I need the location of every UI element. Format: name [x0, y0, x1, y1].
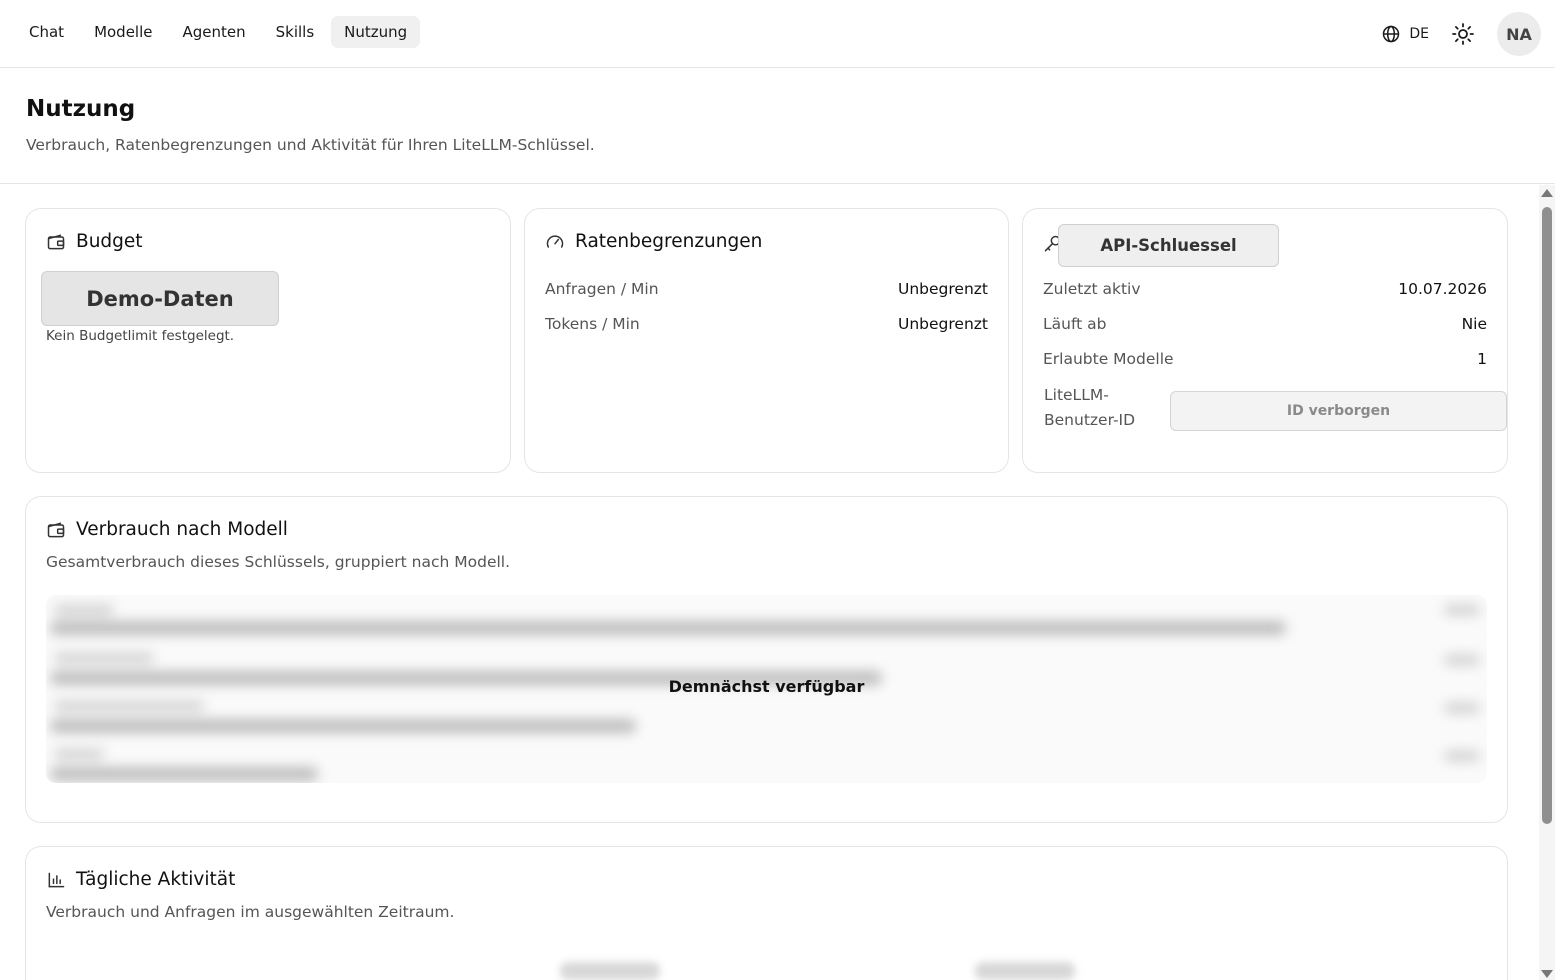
placeholder-label	[54, 701, 204, 711]
main-nav: Chat Modelle Agenten Skills Nutzung	[16, 16, 421, 48]
daily-activity-description: Verbrauch und Anfragen im ausgewählten Z…	[46, 903, 455, 921]
api-key-row-key: Läuft ab	[1043, 315, 1107, 333]
budget-card: Budget Demo-Daten Kein Budgetlimit festg…	[25, 208, 511, 473]
language-label: DE	[1409, 26, 1429, 42]
placeholder-label	[54, 653, 154, 663]
placeholder-bar	[50, 767, 318, 781]
api-key-row-value: 1	[1477, 350, 1487, 368]
placeholder-value	[1444, 605, 1480, 615]
api-key-row: Zuletzt aktiv 10.07.2026	[1043, 280, 1487, 298]
rate-limits-title-text: Ratenbegrenzungen	[575, 231, 763, 252]
scroll-up-arrow-icon[interactable]	[1541, 189, 1553, 197]
api-key-row: Erlaubte Modelle 1	[1043, 350, 1487, 368]
nav-item-agenten[interactable]: Agenten	[170, 16, 259, 48]
rate-limit-row: Anfragen / Min Unbegrenzt	[545, 280, 988, 298]
nav-item-modelle[interactable]: Modelle	[81, 16, 165, 48]
page-header: Nutzung Verbrauch, Ratenbegrenzungen und…	[0, 68, 1555, 184]
blurred-chart-fragment	[975, 962, 1075, 980]
usage-by-model-description: Gesamtverbrauch dieses Schlüssels, grupp…	[46, 553, 511, 571]
daily-activity-title: Tägliche Aktivität	[46, 869, 235, 890]
page-scrollbar[interactable]	[1539, 185, 1555, 980]
placeholder-value	[1444, 751, 1480, 761]
top-right-controls: DE NA	[1381, 12, 1541, 56]
coming-soon-overlay: Demnächst verfügbar	[668, 677, 865, 696]
wallet-icon	[47, 233, 65, 249]
usage-by-model-title-text: Verbrauch nach Modell	[76, 519, 288, 540]
api-key-row-value: Nie	[1461, 315, 1487, 333]
api-key-row-value: 10.07.2026	[1398, 280, 1487, 298]
placeholder-bar	[50, 621, 1286, 635]
rate-limits-card: Ratenbegrenzungen Anfragen / Min Unbegre…	[524, 208, 1009, 473]
rate-limit-key: Anfragen / Min	[545, 280, 659, 298]
budget-note: Kein Budgetlimit festgelegt.	[46, 328, 235, 344]
globe-icon	[1383, 25, 1400, 43]
usage-by-model-title: Verbrauch nach Modell	[46, 519, 288, 540]
scroll-down-arrow-icon[interactable]	[1541, 970, 1553, 978]
usage-chart-placeholder: Demnächst verfügbar	[46, 595, 1487, 783]
language-switcher[interactable]: DE	[1381, 24, 1429, 44]
daily-activity-card: Tägliche Aktivität Verbrauch und Anfrage…	[25, 846, 1508, 980]
scroll-thumb[interactable]	[1542, 207, 1552, 824]
user-id-label-line1: LiteLLM-	[1044, 386, 1109, 404]
rate-limits-card-title: Ratenbegrenzungen	[545, 231, 762, 252]
nav-item-chat[interactable]: Chat	[16, 16, 77, 48]
wallet-icon	[47, 521, 65, 537]
rate-limit-value: Unbegrenzt	[898, 315, 988, 333]
api-key-row-key: Erlaubte Modelle	[1043, 350, 1174, 368]
sun-icon	[1452, 23, 1474, 45]
nav-item-skills[interactable]: Skills	[263, 16, 328, 48]
demo-data-button[interactable]: Demo-Daten	[41, 271, 279, 326]
placeholder-value	[1444, 703, 1480, 713]
nav-item-nutzung[interactable]: Nutzung	[331, 16, 421, 48]
placeholder-bar	[50, 719, 636, 733]
api-key-card: API-Schluessel Zuletzt aktiv 10.07.2026 …	[1022, 208, 1508, 473]
api-key-button[interactable]: API-Schluessel	[1058, 224, 1279, 267]
gauge-icon	[546, 234, 564, 248]
placeholder-label	[54, 605, 114, 615]
budget-title-text: Budget	[76, 231, 143, 252]
user-id-label: LiteLLM- Benutzer-ID	[1044, 383, 1135, 433]
page-title: Nutzung	[26, 96, 136, 122]
api-key-row: Läuft ab Nie	[1043, 315, 1487, 333]
page-subtitle: Verbrauch, Ratenbegrenzungen und Aktivit…	[26, 136, 595, 154]
bar-chart-icon	[48, 872, 65, 887]
user-id-label-line2: Benutzer-ID	[1044, 411, 1136, 429]
budget-card-title: Budget	[46, 231, 143, 252]
rate-limit-row: Tokens / Min Unbegrenzt	[545, 315, 988, 333]
usage-by-model-card: Verbrauch nach Modell Gesamtverbrauch di…	[25, 496, 1508, 823]
daily-activity-title-text: Tägliche Aktivität	[76, 869, 236, 890]
placeholder-value	[1444, 655, 1480, 665]
blurred-chart-fragment	[560, 962, 660, 980]
api-key-row-key: Zuletzt aktiv	[1043, 280, 1141, 298]
user-avatar[interactable]: NA	[1497, 12, 1541, 56]
top-navigation-bar: Chat Modelle Agenten Skills Nutzung DE N…	[0, 0, 1555, 68]
rate-limit-value: Unbegrenzt	[898, 280, 988, 298]
user-id-reveal-button[interactable]: ID verborgen	[1170, 391, 1507, 431]
theme-toggle-button[interactable]	[1449, 20, 1477, 48]
placeholder-label	[54, 749, 104, 759]
rate-limit-key: Tokens / Min	[545, 315, 640, 333]
